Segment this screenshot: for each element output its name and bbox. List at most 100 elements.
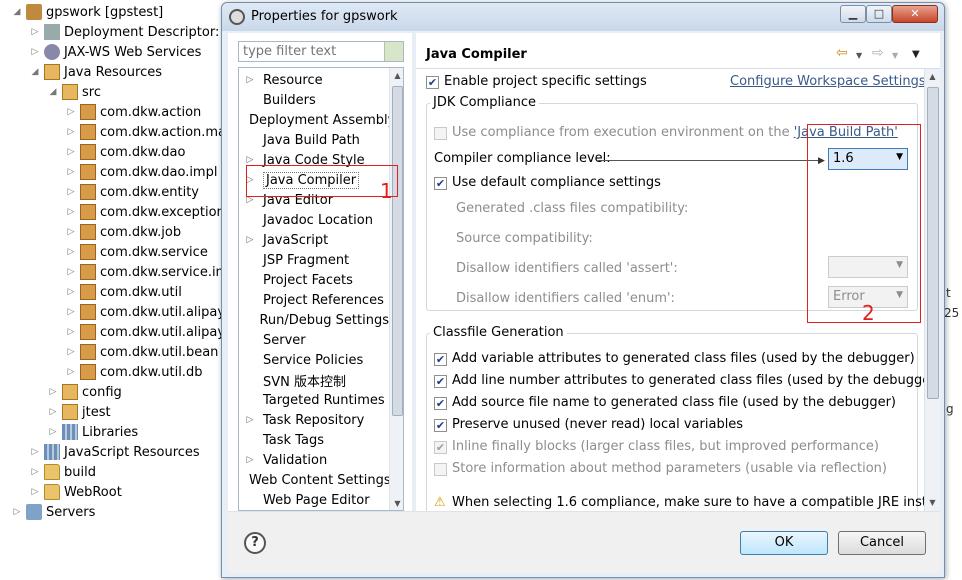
explorer-tree-item[interactable]: ▷ com.dkw.action — [0, 102, 201, 122]
explorer-tree-item[interactable]: ▷ com.dkw.util.bean — [0, 342, 218, 362]
nav-item[interactable]: Deployment Assembly — [239, 110, 389, 130]
classfile-option-checkbox[interactable]: ✔ — [434, 353, 447, 366]
enable-specific-checkbox[interactable]: ✔ — [426, 76, 439, 89]
close-button[interactable]: ✕ — [892, 5, 938, 23]
explorer-tree-item[interactable]: ▷ com.dkw.util — [0, 282, 182, 302]
nav-item[interactable]: Task Tags — [239, 430, 389, 450]
classfile-option-checkbox[interactable]: ✔ — [434, 441, 447, 454]
minimize-button[interactable]: ▁ — [840, 5, 866, 23]
explorer-tree-item[interactable]: ▷ config — [0, 382, 122, 402]
explorer-tree-item[interactable]: ▷ com.dkw.util.alipay.h — [0, 322, 236, 342]
explorer-tree-item[interactable]: ▷ JAX-WS Web Services — [0, 42, 201, 62]
explorer-tree-item[interactable]: ▷ com.dkw.service — [0, 242, 208, 262]
back-history-dropdown-icon[interactable]: ▼ — [856, 51, 862, 60]
tree-expand-icon[interactable]: ▷ — [66, 247, 76, 257]
forward-arrow-icon[interactable]: ⇨ — [872, 45, 884, 61]
nav-item[interactable]: ▷ Task Repository — [239, 410, 389, 430]
nav-item[interactable]: ▷ Validation — [239, 450, 389, 470]
explorer-tree-item[interactable]: ▷ Libraries — [0, 422, 138, 442]
explorer-tree-item[interactable]: ▷ Deployment Descriptor: gp — [0, 22, 240, 42]
tree-expand-icon[interactable]: ▷ — [66, 167, 76, 177]
use-env-checkbox[interactable] — [434, 127, 447, 140]
tree-expand-icon[interactable]: ▷ — [48, 387, 58, 397]
nav-item[interactable]: Javadoc Location — [239, 210, 389, 230]
scroll-up-icon[interactable]: ▲ — [925, 69, 940, 84]
filter-input[interactable] — [238, 41, 404, 62]
explorer-tree-item[interactable]: ▷ com.dkw.service.imp — [0, 262, 236, 282]
nav-item[interactable]: ▷ Resource — [239, 70, 389, 90]
tree-expand-icon[interactable]: ▷ — [30, 47, 40, 57]
nav-item[interactable]: JSP Fragment — [239, 250, 389, 270]
nav-item[interactable]: Service Policies — [239, 350, 389, 370]
classfile-option-checkbox[interactable] — [434, 463, 447, 476]
classfile-option-checkbox[interactable]: ✔ — [434, 375, 447, 388]
configure-workspace-link[interactable]: Configure Workspace Settings... — [730, 74, 938, 89]
ok-button[interactable]: OK — [740, 531, 828, 555]
scroll-down-icon[interactable]: ▼ — [390, 496, 403, 510]
help-icon[interactable]: ? — [244, 532, 266, 554]
tree-expand-icon[interactable]: ◢ — [30, 67, 40, 77]
nav-item[interactable]: Web Content Settings — [239, 470, 389, 490]
tree-expand-icon[interactable]: ▷ — [30, 27, 40, 37]
explorer-tree-item[interactable]: ▷ com.dkw.dao — [0, 142, 185, 162]
nav-item[interactable]: ▷ JavaScript — [239, 230, 389, 250]
tree-expand-icon[interactable]: ▷ — [30, 447, 40, 457]
tree-expand-icon[interactable]: ▷ — [12, 507, 22, 517]
explorer-tree-item[interactable]: ◢ Java Resources — [0, 62, 162, 82]
explorer-tree-item[interactable]: ▷ com.dkw.entity — [0, 182, 199, 202]
tree-expand-icon[interactable]: ▷ — [66, 327, 76, 337]
tree-expand-icon[interactable]: ▷ — [48, 407, 58, 417]
page-scroll-thumb[interactable] — [927, 87, 939, 399]
explorer-tree-item[interactable]: ◢ src — [0, 82, 101, 102]
nav-item[interactable]: Project References — [239, 290, 389, 310]
explorer-tree-item[interactable]: ▷ JavaScript Resources — [0, 442, 200, 462]
back-arrow-icon[interactable]: ⇦ — [836, 45, 848, 61]
explorer-tree-item[interactable]: ▷ WebRoot — [0, 482, 122, 502]
tree-expand-icon[interactable]: ▷ — [48, 427, 58, 437]
tree-expand-icon[interactable]: ▷ — [66, 147, 76, 157]
tree-expand-icon[interactable]: ▷ — [66, 347, 76, 357]
tree-expand-icon[interactable]: ▷ — [66, 287, 76, 297]
tree-expand-icon[interactable]: ▷ — [66, 127, 76, 137]
tree-expand-icon[interactable]: ▷ — [66, 107, 76, 117]
tree-expand-icon[interactable]: ▷ — [66, 207, 76, 217]
nav-scrollbar[interactable]: ▲ ▼ — [389, 68, 403, 510]
nav-item[interactable]: Run/Debug Settings — [239, 310, 389, 330]
nav-item[interactable]: Builders — [239, 90, 389, 110]
tree-expand-icon[interactable]: ▷ — [66, 227, 76, 237]
tree-expand-icon[interactable]: ▷ — [30, 467, 40, 477]
explorer-tree-item[interactable]: ▷ jtest — [0, 402, 111, 422]
tree-expand-icon[interactable]: ▷ — [66, 187, 76, 197]
cancel-button[interactable]: Cancel — [838, 531, 926, 555]
tree-expand-icon[interactable]: ▷ — [30, 487, 40, 497]
nav-item[interactable]: Targeted Runtimes — [239, 390, 389, 410]
nav-expand-icon[interactable]: ▷ — [243, 155, 257, 165]
nav-expand-icon[interactable]: ▷ — [243, 415, 257, 425]
nav-item[interactable]: Java Build Path — [239, 130, 389, 150]
page-scrollbar[interactable]: ▲ ▼ — [924, 69, 940, 511]
explorer-tree-item[interactable]: ▷ Servers — [0, 502, 95, 522]
nav-item[interactable]: Server — [239, 330, 389, 350]
nav-expand-icon[interactable]: ▷ — [243, 455, 257, 465]
nav-item[interactable]: SVN 版本控制 — [239, 370, 389, 390]
explorer-tree-item[interactable]: ▷ com.dkw.exception — [0, 202, 225, 222]
scroll-down-icon[interactable]: ▼ — [925, 495, 940, 510]
classfile-option-checkbox[interactable]: ✔ — [434, 419, 447, 432]
explorer-tree-item[interactable]: ▷ com.dkw.job — [0, 222, 181, 242]
explorer-tree-item[interactable]: ▷ com.dkw.util.db — [0, 362, 202, 382]
dialog-titlebar[interactable]: Properties for gpswork ▁ □ ✕ — [222, 3, 944, 31]
tree-expand-icon[interactable]: ▷ — [66, 307, 76, 317]
filter-clear-icon[interactable] — [384, 42, 403, 61]
maximize-button[interactable]: □ — [866, 5, 892, 23]
tree-expand-icon[interactable]: ◢ — [12, 7, 22, 17]
tree-expand-icon[interactable]: ▷ — [66, 367, 76, 377]
tree-expand-icon[interactable]: ◢ — [48, 87, 58, 97]
nav-item[interactable]: Project Facets — [239, 270, 389, 290]
nav-expand-icon[interactable]: ▷ — [243, 75, 257, 85]
nav-expand-icon[interactable]: ▷ — [243, 235, 257, 245]
use-default-checkbox[interactable]: ✔ — [434, 177, 447, 190]
explorer-tree-item[interactable]: ▷ com.dkw.action.mar — [0, 122, 231, 142]
explorer-tree-item[interactable]: ▷ com.dkw.util.alipay — [0, 302, 225, 322]
scroll-up-icon[interactable]: ▲ — [390, 68, 403, 83]
tree-expand-icon[interactable]: ▷ — [66, 267, 76, 277]
